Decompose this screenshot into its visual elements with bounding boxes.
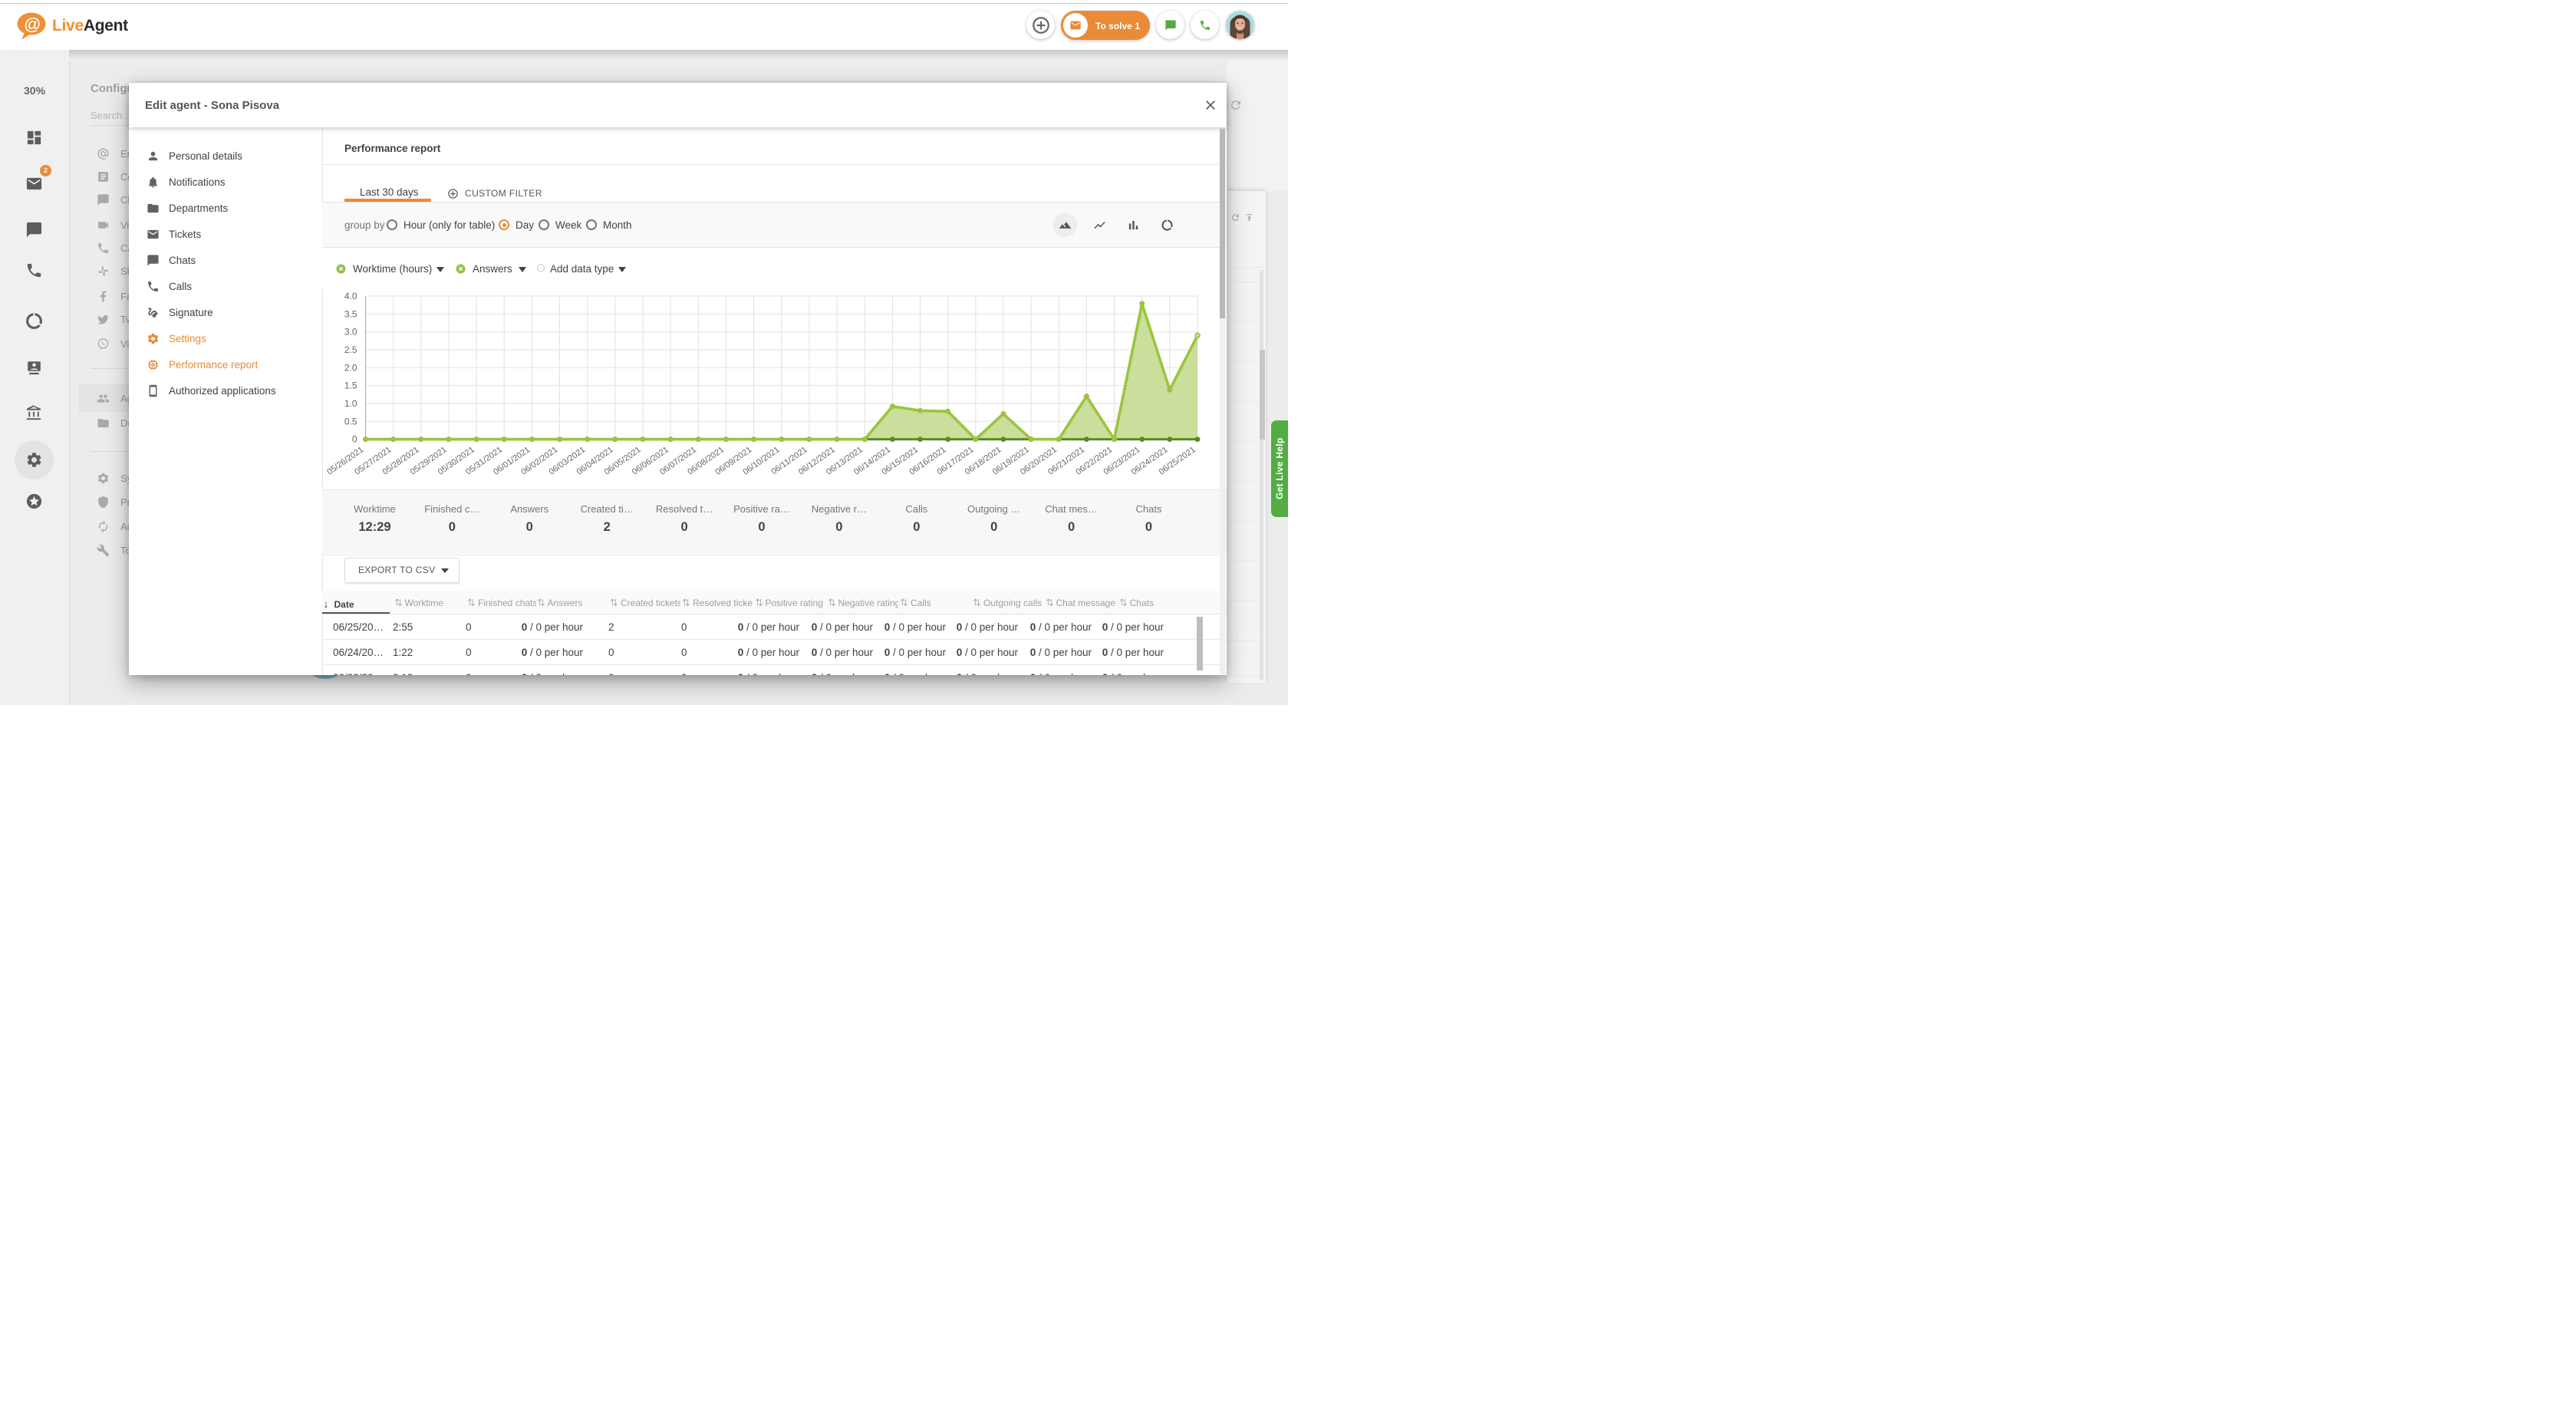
svg-text:2.5: 2.5 <box>344 344 357 355</box>
svg-text:1.0: 1.0 <box>344 398 357 409</box>
svg-text:3.5: 3.5 <box>344 308 357 319</box>
svg-text:4.0: 4.0 <box>344 291 357 301</box>
svg-text:1.5: 1.5 <box>344 381 357 391</box>
svg-text:2.0: 2.0 <box>344 362 357 373</box>
svg-text:0: 0 <box>352 434 357 445</box>
svg-text:0.5: 0.5 <box>344 416 357 427</box>
svg-text:3.0: 3.0 <box>344 327 357 338</box>
svg-text:@: @ <box>25 15 41 34</box>
